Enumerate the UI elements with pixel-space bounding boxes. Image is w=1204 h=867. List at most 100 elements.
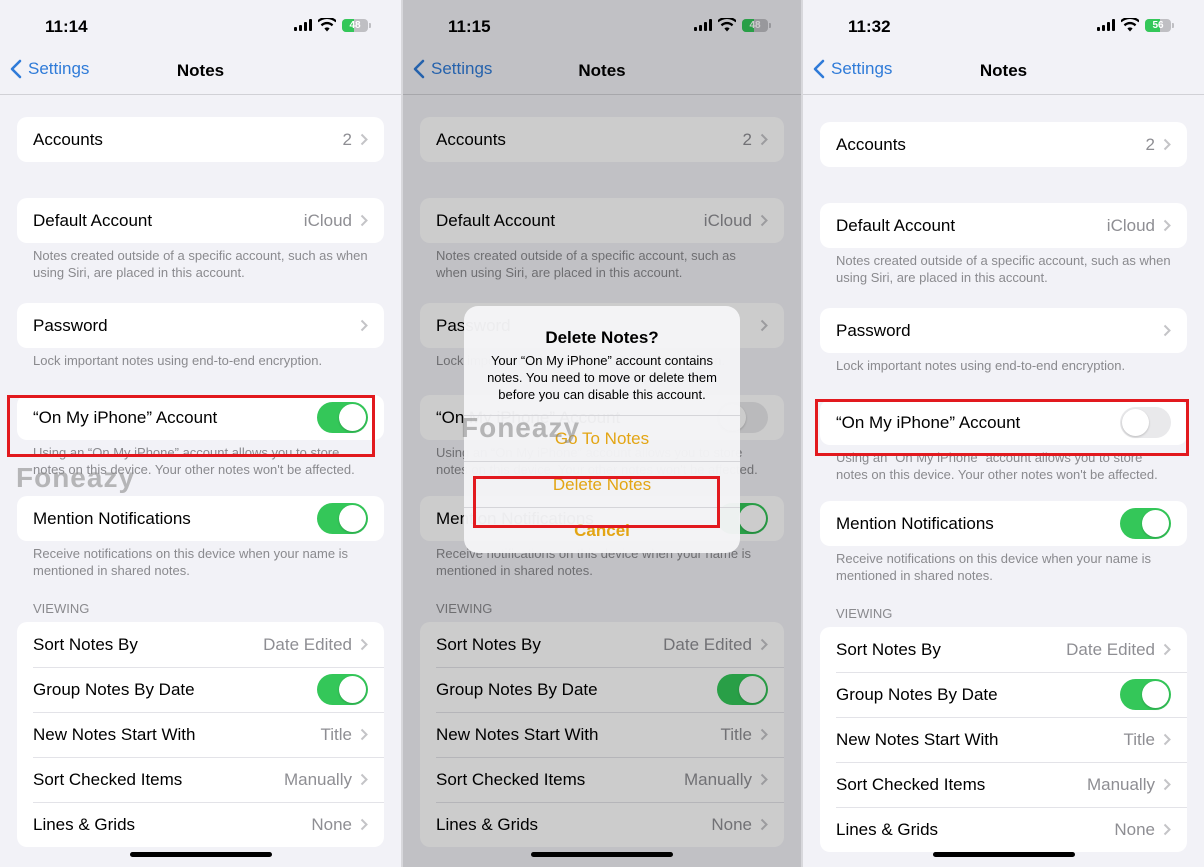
row-label: Accounts [836,134,906,154]
watermark: Foneazy [461,412,581,443]
default-account-row[interactable]: Default Account iCloud [820,203,1187,248]
group-notes-toggle[interactable] [317,674,368,705]
row-value: Title [1123,729,1156,749]
row-value: 2 [342,129,352,149]
battery-percent: 48 [349,19,361,31]
page-title: Notes [176,61,225,80]
alert-message: Your “On My iPhone” account contains not… [487,353,717,402]
row-value: None [311,814,352,834]
status-bar: 11:14 48 [0,0,401,50]
row-value: Title [320,724,353,744]
mention-notifications-row: Mention Notifications [820,501,1187,546]
viewing-row[interactable]: New Notes Start With Title [17,712,384,757]
row-value: 2 [1145,134,1155,154]
row-label: Sort Checked Items [836,774,986,794]
chevron-right-icon [360,214,368,227]
password-row[interactable]: Password [820,308,1187,353]
viewing-group: Sort Notes By Date Edited Group Notes By D… [820,627,1187,852]
viewing-row[interactable]: Lines & Grids None [820,807,1187,852]
password-group: Password [820,308,1187,353]
viewing-row[interactable]: Sort Checked Items Manually [820,762,1187,807]
status-time: 11:32 [848,17,891,36]
screen-2: 11:15 48 Settings Notes Accounts 2 Defaul… [403,0,801,867]
row-label: Sort Checked Items [33,769,183,789]
screen-3: 11:32 56 Settings Notes Accounts 2 Defaul… [803,0,1204,867]
mention-group: Mention Notifications [820,501,1187,546]
chevron-right-icon [360,773,368,786]
row-label: Default Account [33,210,153,230]
row-label: Lines & Grids [836,819,939,839]
row-value: Date Edited [263,634,352,654]
watermark: Foneazy [16,462,136,493]
viewing-row: Group Notes By Date [820,672,1187,717]
chevron-right-icon [360,728,368,741]
row-label: Sort Notes By [33,634,138,654]
chevron-right-icon [1163,219,1171,232]
mention-footer: Receive notifications on this device whe… [836,551,1152,583]
row-label: Password [33,315,108,335]
viewing-row[interactable]: Sort Notes By Date Edited [17,622,384,667]
chevron-right-icon [360,818,368,831]
default-account-row[interactable]: Default Account iCloud [17,198,384,243]
row-label: Password [836,320,911,340]
row-value: iCloud [1106,215,1155,235]
mention-footer: Receive notifications on this device whe… [33,546,349,578]
battery-icon: 56 [1145,18,1171,32]
row-label: New Notes Start With [33,724,196,744]
row-label: Group Notes By Date [836,684,998,704]
page-title: Notes [979,61,1028,80]
mention-notifications-toggle[interactable] [1120,508,1171,539]
highlight-box [7,395,375,457]
viewing-row[interactable]: Lines & Grids None [17,802,384,847]
default-account-group: Default Account iCloud [17,198,384,243]
home-indicator [932,852,1075,857]
row-value: Manually [1086,774,1155,794]
home-indicator [129,852,272,857]
row-value: iCloud [303,210,352,230]
cellular-signal-icon [294,19,312,31]
chevron-right-icon [1163,778,1171,791]
viewing-row: Group Notes By Date [17,667,384,712]
chevron-right-icon [1163,643,1171,656]
accounts-group: Accounts 2 [17,117,384,162]
viewing-row[interactable]: New Notes Start With Title [820,717,1187,762]
viewing-row[interactable]: Sort Notes By Date Edited [820,627,1187,672]
chevron-right-icon [1163,324,1171,337]
row-label: Mention Notifications [33,508,191,528]
password-row[interactable]: Password [17,303,384,348]
navigation-bar: Settings Notes [0,50,401,95]
row-label: Mention Notifications [836,513,994,533]
chevron-right-icon [360,638,368,651]
navigation-bar: Settings Notes [803,50,1204,95]
battery-icon: 48 [342,18,368,32]
wifi-icon [318,18,336,32]
row-label: Accounts [33,129,103,149]
accounts-row[interactable]: Accounts 2 [17,117,384,162]
status-bar: 11:32 56 [803,0,1204,50]
password-footer: Lock important notes using end-to-end en… [836,358,1126,373]
status-time: 11:14 [45,17,88,36]
row-label: New Notes Start With [836,729,999,749]
row-label: Sort Notes By [836,639,941,659]
default-account-footer: Notes created outside of a specific acco… [33,248,368,280]
row-value: Date Edited [1066,639,1155,659]
viewing-group: Sort Notes By Date Edited Group Notes By D… [17,622,384,847]
default-account-footer: Notes created outside of a specific acco… [836,253,1171,285]
wifi-icon [1121,18,1139,32]
mention-notifications-toggle[interactable] [317,503,368,534]
password-footer: Lock important notes using end-to-end en… [33,353,323,368]
group-notes-toggle[interactable] [1120,679,1171,710]
row-label: Lines & Grids [33,814,136,834]
mention-notifications-row: Mention Notifications [17,496,384,541]
chevron-right-icon [1163,823,1171,836]
highlight-box [473,476,720,528]
password-group: Password [17,303,384,348]
chevron-right-icon [1163,138,1171,151]
screen-1: 11:14 48 Settings Notes Accounts 2 Defaul… [0,0,401,867]
chevron-right-icon [1163,733,1171,746]
accounts-row[interactable]: Accounts 2 [820,122,1187,167]
viewing-row[interactable]: Sort Checked Items Manually [17,757,384,802]
chevron-right-icon [360,133,368,146]
cellular-signal-icon [1097,19,1115,31]
row-value: None [1114,819,1155,839]
